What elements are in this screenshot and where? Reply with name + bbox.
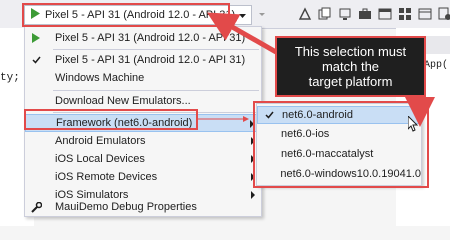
annotation-box-submenu [253, 101, 429, 188]
menu-separator [53, 90, 259, 91]
device-manager-icon[interactable] [438, 7, 450, 21]
chevron-down-icon [239, 9, 246, 21]
layout-icon[interactable] [378, 7, 392, 21]
step-icon[interactable] [298, 7, 312, 21]
menu-item-pixel5-selected[interactable]: Pixel 5 - API 31 (Android 12.0 - API 31) [25, 51, 261, 69]
wrench-icon [25, 201, 47, 213]
menu-item-android-emulators[interactable]: Android Emulators [25, 132, 261, 150]
code-fragment-left: ty; [0, 72, 20, 84]
play-icon [25, 33, 47, 43]
device-icon[interactable] [338, 7, 352, 21]
mouse-cursor-icon [407, 114, 419, 135]
window-icon[interactable] [418, 7, 432, 21]
menu-item-download-emulators[interactable]: Download New Emulators... [25, 92, 261, 110]
briefcase-icon[interactable] [358, 7, 372, 21]
callout-line-2: match the [321, 59, 380, 74]
dropdown-arrow-icon[interactable] [256, 8, 268, 20]
menu-item-debug-properties[interactable]: MauiDemo Debug Properties [25, 198, 261, 216]
check-icon [25, 56, 47, 64]
menu-item-windows-machine[interactable]: Windows Machine [25, 69, 261, 87]
menu-item-ios-local-devices[interactable]: iOS Local Devices [25, 150, 261, 168]
callout-note: This selection must match the target pla… [275, 36, 426, 97]
callout-line-3: target platform [308, 74, 393, 89]
toolbar-icons [298, 7, 450, 21]
code-fragment-right: App( [424, 60, 449, 71]
menu-separator [53, 49, 259, 50]
callout-line-1: This selection must [294, 44, 407, 59]
annotation-box-target [22, 3, 230, 27]
menu-item-pixel5-run[interactable]: Pixel 5 - API 31 (Android 12.0 - API 31) [25, 29, 261, 47]
annotation-box-framework [24, 109, 198, 130]
menu-item-ios-remote-devices[interactable]: iOS Remote Devices [25, 168, 261, 186]
copy-icon[interactable] [318, 7, 332, 21]
grid-icon[interactable] [398, 7, 412, 21]
